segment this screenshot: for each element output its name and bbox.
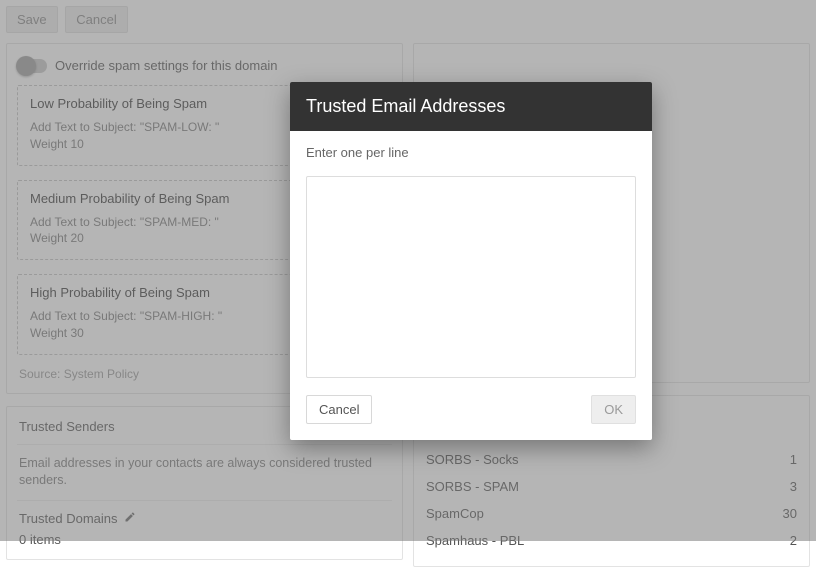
trusted-email-textarea[interactable] xyxy=(306,176,636,378)
modal-ok-button[interactable]: OK xyxy=(591,395,636,424)
modal-instruction: Enter one per line xyxy=(306,145,636,160)
trusted-email-modal: Trusted Email Addresses Enter one per li… xyxy=(290,82,652,440)
modal-cancel-button[interactable]: Cancel xyxy=(306,395,372,424)
modal-title: Trusted Email Addresses xyxy=(290,82,652,131)
